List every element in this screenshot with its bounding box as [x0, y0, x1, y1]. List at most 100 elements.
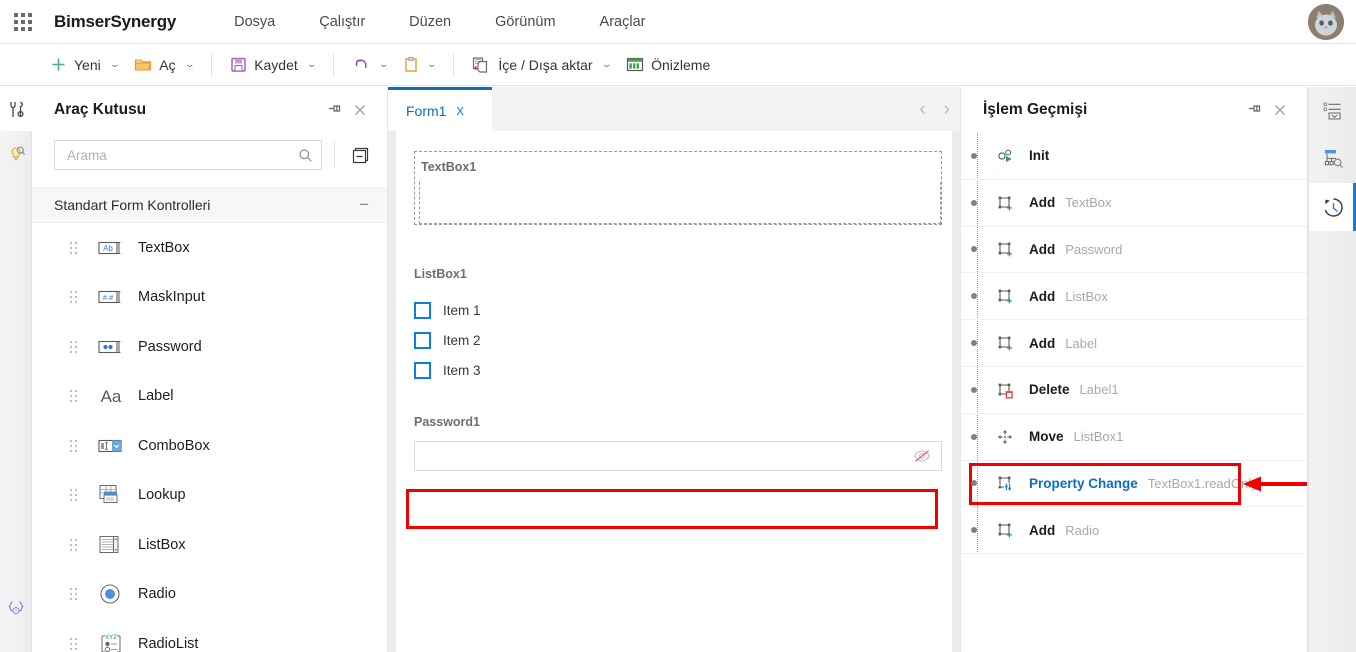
drag-handle-icon[interactable] — [64, 440, 82, 452]
timeline-dot — [971, 293, 977, 299]
chevron-down-icon[interactable]: ⌄ — [378, 59, 389, 70]
rail-item-toolbox[interactable] — [0, 87, 32, 131]
drag-handle-icon[interactable] — [64, 489, 82, 501]
search-input-wrapper[interactable] — [54, 140, 322, 170]
drag-handle-icon[interactable] — [64, 539, 82, 551]
rail-item-insight[interactable] — [0, 131, 32, 175]
menu-gorunum[interactable]: Görünüm — [473, 0, 577, 44]
pin-icon[interactable] — [1241, 97, 1267, 123]
toolbox-item-password[interactable]: Password — [32, 322, 387, 372]
toolbox-item-maskinput[interactable]: #.# MaskInput — [32, 273, 387, 323]
history-row-add-label[interactable]: Add Label — [961, 320, 1307, 367]
toolbox-group-standard[interactable]: Standart Form Kontrolleri − — [32, 187, 387, 223]
import-export-label: İçe / Dışa aktar — [498, 57, 592, 73]
listbox-item-label: Item 3 — [443, 363, 481, 378]
app-launcher-button[interactable] — [0, 0, 46, 44]
design-canvas[interactable]: TextBox1 ListBox1 Item 1 Item 2 Item 3 P… — [396, 131, 952, 652]
save-button[interactable]: Kaydet ⌄ — [222, 50, 323, 80]
history-target: TextBox — [1065, 195, 1111, 210]
tab-close-icon[interactable]: x — [456, 102, 464, 119]
menu-calistir[interactable]: Çalıştır — [297, 0, 387, 44]
divider — [333, 54, 334, 76]
checkbox-item-3[interactable] — [414, 362, 431, 379]
history-row-property-change[interactable]: Property Change TextBox1.readOnly — [961, 461, 1307, 508]
toolbox-item-radiolist[interactable]: XYZ RadioList — [32, 619, 387, 652]
history-row-add-listbox[interactable]: Add ListBox — [961, 273, 1307, 320]
rail-item-properties[interactable] — [1309, 87, 1356, 135]
control-password1[interactable] — [414, 441, 942, 471]
chevron-down-icon[interactable]: ⌄ — [601, 59, 612, 70]
menu-dosya[interactable]: Dosya — [212, 0, 297, 44]
menu-araclar[interactable]: Araçlar — [578, 0, 668, 44]
rail-item-inspector[interactable] — [1309, 135, 1356, 183]
toolbox-item-radio[interactable]: Radio — [32, 570, 387, 620]
history-target: Radio — [1065, 523, 1099, 538]
add-control-icon — [993, 194, 1019, 212]
eye-off-icon[interactable] — [913, 449, 931, 463]
history-row-add-password[interactable]: Add Password — [961, 227, 1307, 274]
search-icon[interactable] — [298, 148, 313, 163]
import-export-icon — [472, 56, 491, 74]
listbox1-label: ListBox1 — [414, 267, 942, 281]
timeline-dot — [971, 340, 977, 346]
paste-button[interactable]: ⌄ — [396, 50, 444, 80]
checkbox-item-2[interactable] — [414, 332, 431, 349]
history-row-add-textbox[interactable]: Add TextBox — [961, 180, 1307, 227]
chevron-right-icon[interactable]: › — [944, 100, 950, 119]
drag-handle-icon[interactable] — [64, 638, 82, 650]
preview-button[interactable]: Önizleme — [618, 50, 718, 80]
toolbox-item-lookup[interactable]: Lookup — [32, 471, 387, 521]
undo-button[interactable]: ⌄ — [344, 50, 396, 80]
toolbox-item-label: Lookup — [138, 487, 186, 503]
drag-handle-icon[interactable] — [64, 588, 82, 600]
chevron-down-icon[interactable]: ⌄ — [306, 59, 317, 70]
timeline-dot — [971, 527, 977, 533]
listbox-item-row[interactable]: Item 3 — [414, 355, 942, 385]
import-export-button[interactable]: İçe / Dışa aktar ⌄ — [464, 50, 618, 80]
designer-tabstrip: Form1 x ‹ › — [388, 87, 960, 131]
chevron-down-icon[interactable]: ⌄ — [109, 59, 120, 70]
toolbox-group-collapse[interactable]: − — [359, 200, 369, 210]
checkbox-item-1[interactable] — [414, 302, 431, 319]
close-icon[interactable] — [347, 97, 373, 123]
rail-item-history[interactable] — [1309, 183, 1356, 231]
textbox1-input[interactable] — [419, 182, 941, 224]
drag-handle-icon[interactable] — [64, 242, 82, 254]
listbox-item-row[interactable]: Item 2 — [414, 325, 942, 355]
svg-text:XYZ: XYZ — [105, 635, 117, 641]
control-textbox1[interactable]: TextBox1 — [414, 151, 942, 225]
pin-icon[interactable] — [321, 97, 347, 123]
drag-handle-icon[interactable] — [64, 291, 82, 303]
open-button[interactable]: Aç ⌄ — [126, 50, 201, 80]
history-row-move-listbox1[interactable]: Move ListBox1 — [961, 414, 1307, 461]
tab-form1[interactable]: Form1 x — [388, 87, 492, 131]
chevron-down-icon[interactable]: ⌄ — [184, 59, 195, 70]
history-row-delete-label1[interactable]: Delete Label1 — [961, 367, 1307, 414]
chevron-left-icon[interactable]: ‹ — [919, 100, 925, 119]
menu-duzen[interactable]: Düzen — [387, 0, 473, 44]
toolbox-item-label: ComboBox — [138, 438, 210, 454]
drop-target-highlight[interactable] — [406, 489, 938, 529]
collapse-all-icon[interactable] — [347, 142, 373, 168]
listbox-item-row[interactable]: Item 1 — [414, 295, 942, 325]
avatar[interactable] — [1308, 4, 1344, 40]
element-inspector-icon — [1322, 148, 1344, 170]
chevron-down-icon[interactable]: ⌄ — [426, 59, 437, 70]
drag-handle-icon[interactable] — [64, 390, 82, 402]
toolbox-item-label[interactable]: Aa Label — [32, 372, 387, 422]
drag-handle-icon[interactable] — [64, 341, 82, 353]
password1-label: Password1 — [414, 415, 942, 429]
history-row-add-radio[interactable]: Add Radio — [961, 507, 1307, 554]
toolbox-item-textbox[interactable]: Ab TextBox — [32, 223, 387, 273]
control-listbox1[interactable]: Item 1 Item 2 Item 3 — [414, 295, 942, 385]
history-row-init[interactable]: Init — [961, 133, 1307, 180]
rail-item-code[interactable]: ? — [0, 586, 32, 630]
toolbox-item-combobox[interactable]: ComboBox — [32, 421, 387, 471]
toolbox-item-listbox[interactable]: ListBox — [32, 520, 387, 570]
close-icon[interactable] — [1267, 97, 1293, 123]
new-button[interactable]: Yeni ⌄ — [42, 50, 126, 80]
timeline-dot — [971, 434, 977, 440]
timeline-dot — [971, 200, 977, 206]
search-input[interactable] — [67, 148, 298, 163]
left-icon-rail: ? — [0, 87, 32, 652]
